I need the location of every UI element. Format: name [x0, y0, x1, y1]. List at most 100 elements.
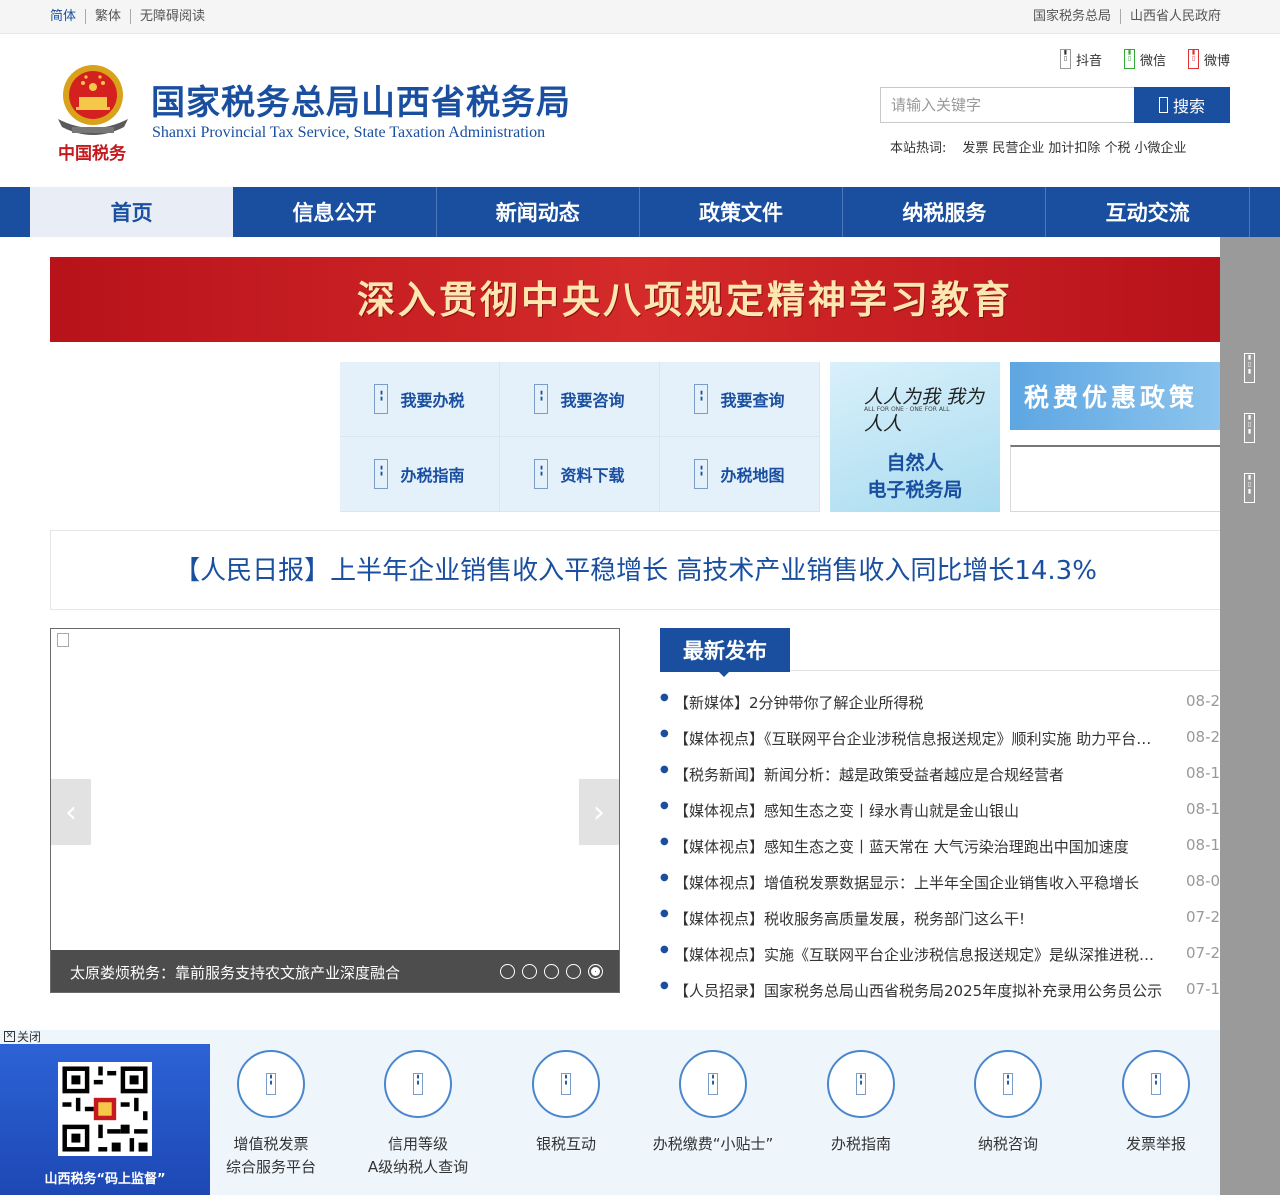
headline-text: 【人民日报】上半年企业销售收入平稳增长 高技术产业销售收入同比增长14.3%: [174, 556, 1097, 586]
wechat-icon: ▮ ▯: [1123, 49, 1135, 69]
news-item[interactable]: ● 【媒体视点】感知生态之变丨蓝天常在 大气污染治理跑出中国加速度 08-1: [660, 828, 1220, 864]
carousel-dot[interactable]: [566, 964, 581, 979]
carousel-next-button[interactable]: ›: [579, 779, 619, 845]
campaign-banner[interactable]: 深入贯彻中央八项规定精神学习教育: [50, 257, 1220, 342]
top-utility-bar: 简体 繁体 无障碍阅读 国家税务总局 山西省人民政府: [0, 0, 1280, 34]
map-icon: ▮ ▮: [694, 459, 709, 489]
latest-news-header: 最新发布: [660, 628, 1220, 677]
guide-icon: ▮ ▮: [374, 459, 389, 489]
link-simplified[interactable]: 简体: [50, 9, 85, 24]
service-credit-rating-query[interactable]: ▮ ▮ 信用等级 A级纳税人查询: [348, 1050, 488, 1179]
consult-icon: ▮ ▮: [534, 384, 549, 414]
nav-tax-service[interactable]: 纳税服务: [843, 187, 1047, 237]
link-traditional[interactable]: 繁体: [85, 9, 130, 24]
query-icon: ▮ ▮: [694, 384, 709, 414]
supervision-qr-float[interactable]: 山西税务“码上监督”: [0, 1044, 210, 1195]
latest-news-tab[interactable]: 最新发布: [660, 628, 790, 672]
site-search: 搜索: [880, 87, 1230, 123]
logo-caption: 中国税务: [58, 144, 126, 164]
news-item[interactable]: ●【媒体视点】实施《互联网平台企业涉税信息报送规定》是纵深推进税收治理的重要举措…: [660, 936, 1220, 972]
link-shanxi-gov[interactable]: 山西省人民政府: [1119, 9, 1230, 24]
douyin-icon: ▮ ▯: [1059, 49, 1071, 69]
service-bank-tax-interaction[interactable]: ▮ ▮ 银税互动: [496, 1050, 636, 1156]
qr-caption: 山西税务“码上监督”: [44, 1172, 166, 1187]
qr-code-image: [58, 1062, 152, 1156]
hot-word[interactable]: 加计扣除: [1048, 137, 1100, 156]
guide-icon: ▮ ▮: [856, 1073, 866, 1095]
close-float-button[interactable]: ✕ 关闭: [4, 1028, 41, 1045]
download-icon: ▮ ▮: [534, 459, 549, 489]
policy-title: 税费优惠政策: [1024, 383, 1199, 412]
wechat-link[interactable]: ▮ ▯ 微信: [1123, 49, 1166, 69]
service-invoice-report[interactable]: ▮ ▮ 发票举报: [1086, 1050, 1226, 1156]
quick-query[interactable]: ▮ ▮ 我要查询: [660, 362, 820, 437]
news-item[interactable]: ● 【媒体视点】税收服务高质量发展，税务部门这么干! 07-2: [660, 900, 1220, 936]
tax-preference-policy-tile[interactable]: 税费优惠政策: [1010, 362, 1220, 430]
carousel-dot[interactable]: [522, 964, 537, 979]
hot-word[interactable]: 个税: [1104, 137, 1130, 156]
douyin-link[interactable]: ▮ ▯ 抖音: [1059, 49, 1102, 69]
banner-text: 深入贯彻中央八项规定精神学习教育: [356, 277, 1013, 322]
news-item[interactable]: ● 【新媒体】2分钟带你了解企业所得税 08-2: [660, 684, 1220, 720]
carousel-dot-active[interactable]: [588, 964, 603, 979]
carousel-prev-button[interactable]: ‹: [51, 779, 91, 845]
latest-news-list: ● 【新媒体】2分钟带你了解企业所得税 08-2 ● 【媒体视点】《互联网平台企业涉税…: [660, 684, 1220, 1008]
etax-title-line2: 电子税务局: [867, 479, 963, 501]
nav-home[interactable]: 首页: [30, 187, 234, 237]
sidebar-icon[interactable]: ▮ ▯ ▮: [1244, 353, 1255, 383]
hot-words: 本站热词: 发票 民营企业 加计扣除 个税 小微企业: [890, 137, 1186, 156]
quick-guide[interactable]: ▮ ▮ 办税指南: [340, 437, 500, 512]
nav-info-disclosure[interactable]: 信息公开: [233, 187, 437, 237]
hot-word[interactable]: 小微企业: [1134, 137, 1186, 156]
etax-slogan-en: ALL FOR ONE · ONE FOR ALL: [864, 406, 950, 413]
search-button[interactable]: 搜索: [1134, 87, 1230, 123]
carousel-dot[interactable]: [544, 964, 559, 979]
service-tax-consult[interactable]: ▮ ▮ 纳税咨询: [938, 1050, 1078, 1156]
service-vat-invoice-platform[interactable]: ▮ ▮ 增值税发票 综合服务平台: [201, 1050, 341, 1179]
hot-word[interactable]: 发票: [962, 137, 988, 156]
broken-image-icon: [57, 633, 69, 647]
news-item[interactable]: ● 【媒体视点】感知生态之变丨绿水青山就是金山银山 08-1: [660, 792, 1220, 828]
external-links: 国家税务总局 山西省人民政府: [1033, 9, 1230, 24]
quick-download[interactable]: ▮ ▮ 资料下载: [500, 437, 660, 512]
tab-notch: [718, 671, 730, 677]
link-sta[interactable]: 国家税务总局: [1033, 9, 1120, 24]
quick-file-tax[interactable]: ▮ ▮ 我要办税: [340, 362, 500, 437]
policy-placeholder-box: [1010, 445, 1220, 512]
carousel-dots: [500, 964, 603, 979]
invoice-icon: ▮ ▮: [266, 1073, 276, 1095]
hot-words-label: 本站热词:: [890, 141, 947, 156]
carousel-caption[interactable]: 太原娄烦税务：靠前服务支持农文旅产业深度融合: [70, 962, 400, 983]
nav-interaction[interactable]: 互动交流: [1046, 187, 1250, 237]
right-float-sidebar: ▮ ▯ ▮ ▮ ▯ ▮ ▮ ▯ ▮: [1220, 237, 1280, 1195]
sidebar-icon[interactable]: ▮ ▯ ▮: [1244, 473, 1255, 503]
bank-icon: ▮ ▮: [561, 1073, 571, 1095]
nav-policy[interactable]: 政策文件: [640, 187, 844, 237]
tips-icon: ▮ ▮: [708, 1073, 718, 1095]
site-subtitle: Shanxi Provincial Tax Service, State Tax…: [152, 124, 546, 141]
nav-news[interactable]: 新闻动态: [437, 187, 640, 237]
news-item[interactable]: ●【媒体视点】《互联网平台企业涉税信息报送规定》顺利实施 助力平台经济健康发展0…: [660, 720, 1220, 756]
carousel-dot[interactable]: [500, 964, 515, 979]
consult-icon: ▮ ▮: [1003, 1073, 1013, 1095]
weibo-icon: ▮ ▯: [1187, 49, 1199, 69]
quick-map[interactable]: ▮ ▮ 办税地图: [660, 437, 820, 512]
headline-news[interactable]: 【人民日报】上半年企业销售收入平稳增长 高技术产业销售收入同比增长14.3%: [50, 530, 1220, 610]
close-icon: ✕: [4, 1031, 15, 1042]
tax-icon: ▮ ▮: [374, 384, 389, 414]
weibo-link[interactable]: ▮ ▯ 微博: [1187, 49, 1230, 69]
service-tax-tips[interactable]: ▮ ▮ 办税缴费“小贴士”: [643, 1050, 783, 1156]
news-item[interactable]: ● 【税务新闻】新闻分析：越是政策受益者越应是合规经营者 08-1: [660, 756, 1220, 792]
main-nav: 首页 信息公开 新闻动态 政策文件 纳税服务 互动交流: [0, 187, 1280, 237]
sidebar-icon[interactable]: ▮ ▯ ▮: [1244, 413, 1255, 443]
quick-consult[interactable]: ▮ ▮ 我要咨询: [500, 362, 660, 437]
news-item[interactable]: ● 【人员招录】国家税务总局山西省税务局2025年度拟补充录用公务员公示 07-1: [660, 972, 1220, 1008]
hot-word[interactable]: 民营企业: [992, 137, 1044, 156]
natural-person-etax-tile[interactable]: 人人为我 我为人人 ALL FOR ONE · ONE FOR ALL 自然人 …: [830, 362, 1000, 512]
link-accessibility[interactable]: 无障碍阅读: [130, 9, 214, 24]
site-title[interactable]: 国家税务总局山西省税务局: [151, 75, 571, 124]
service-tax-guide[interactable]: ▮ ▮ 办税指南: [791, 1050, 931, 1156]
search-input[interactable]: [880, 87, 1134, 123]
news-item[interactable]: ● 【媒体视点】增值税发票数据显示：上半年全国企业销售收入平稳增长 08-0: [660, 864, 1220, 900]
carousel-caption-bar: 太原娄烦税务：靠前服务支持农文旅产业深度融合: [51, 950, 619, 992]
